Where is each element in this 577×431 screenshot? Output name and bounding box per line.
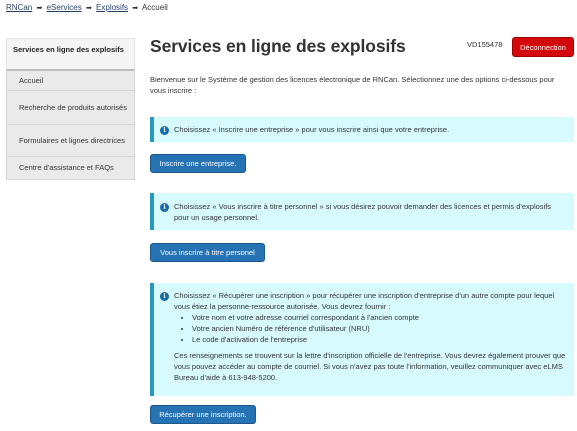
- intro-text: Bienvenue sur le Système de gestion des …: [150, 75, 555, 95]
- breadcrumb-current: Accueil: [141, 3, 168, 12]
- info-alert-recover-registration: i Choisissez « Récupérer une inscription…: [150, 283, 574, 396]
- list-item: Le code d'activation de l'entreprise: [192, 334, 566, 345]
- info-icon: i: [160, 292, 169, 301]
- info-alert-register-personal: i Choisissez « Vous inscrire à titre per…: [150, 193, 574, 230]
- logout-button[interactable]: Déconnection: [512, 37, 574, 57]
- arrow-right-icon: ➡: [132, 5, 139, 12]
- user-reference-code: VD155478: [467, 40, 503, 49]
- arrow-right-icon: ➡: [36, 5, 43, 12]
- info-text: Choisissez « Inscrire une entreprise » p…: [174, 125, 450, 134]
- breadcrumb-link-rncan[interactable]: RNCan: [6, 3, 32, 12]
- list-item: Votre nom et votre adresse courriel corr…: [192, 312, 566, 323]
- register-business-button[interactable]: Inscrire une entreprise.: [150, 154, 246, 173]
- list-item: Votre ancien Numéro de référence d'utili…: [192, 323, 566, 334]
- register-personal-button[interactable]: Vous inscrire à titre personel: [150, 243, 265, 262]
- sidebar-item-assistance-faq[interactable]: Centre d'assistance et FAQs: [6, 157, 135, 180]
- info-text: Choisissez « Vous inscrire à titre perso…: [174, 202, 552, 222]
- breadcrumb: RNCan ➡ eServices ➡ Explosifs ➡ Accueil: [6, 3, 168, 12]
- breadcrumb-link-explosifs[interactable]: Explosifs: [96, 3, 128, 12]
- sidebar-item-recherche-produits[interactable]: Recherche de produits autorisés: [6, 91, 135, 125]
- sidebar-nav: Services en ligne des explosifs Accueil …: [6, 38, 135, 180]
- breadcrumb-link-eservices[interactable]: eServices: [47, 3, 82, 12]
- info-alert-register-business: i Choisissez « Inscrire une entreprise »…: [150, 117, 574, 142]
- arrow-right-icon: ➡: [85, 5, 92, 12]
- recover-registration-button[interactable]: Récupérer une inscription.: [150, 405, 256, 424]
- info-text-extra: Ces renseignements se trouvent sur la le…: [174, 351, 566, 382]
- sidebar-item-formulaires[interactable]: Formulaires et lignes directrices: [6, 125, 135, 157]
- info-icon: i: [160, 203, 169, 212]
- sidebar-title: Services en ligne des explosifs: [6, 38, 135, 71]
- info-text: Choisissez « Récupérer une inscription »…: [174, 291, 555, 311]
- sidebar-item-accueil[interactable]: Accueil: [6, 71, 135, 91]
- required-info-list: Votre nom et votre adresse courriel corr…: [192, 312, 566, 345]
- page-title: Services en ligne des explosifs: [150, 36, 406, 56]
- info-icon: i: [160, 126, 169, 135]
